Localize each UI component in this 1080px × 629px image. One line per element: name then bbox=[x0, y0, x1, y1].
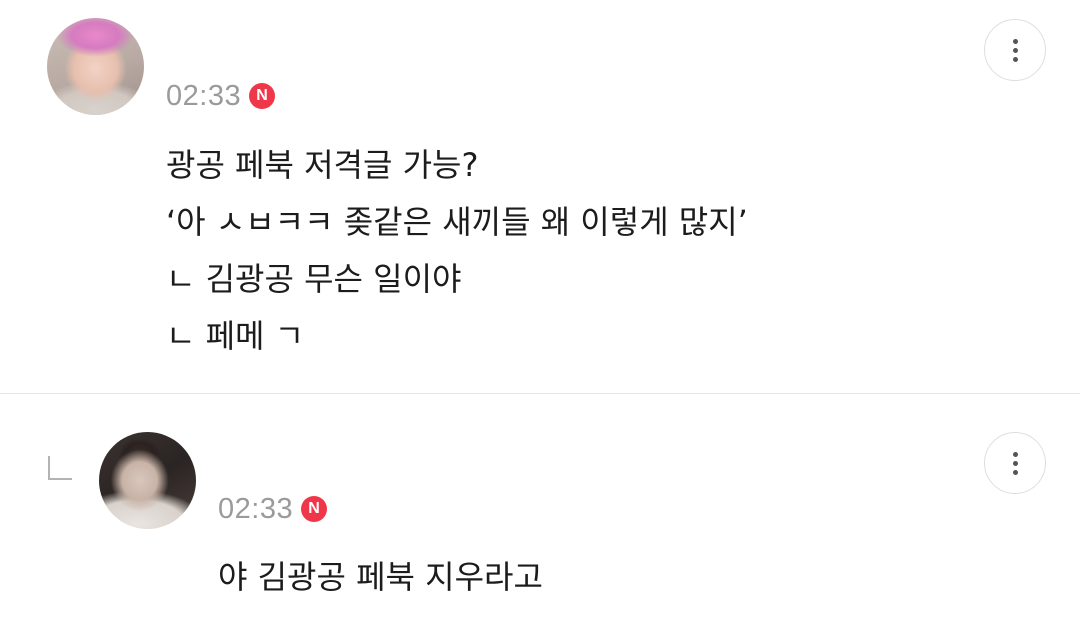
more-options-button[interactable] bbox=[984, 432, 1046, 494]
comment-line: 야 김광공 페북 지우라고 bbox=[218, 558, 543, 596]
comment-timestamp: 02:33 bbox=[218, 492, 294, 525]
comment-body: 야 김광공 페북 지우라고 bbox=[218, 554, 543, 611]
reply-arrow-icon bbox=[48, 456, 72, 480]
more-vertical-icon-dot bbox=[1012, 460, 1018, 466]
comment-meta: 02:33 N bbox=[166, 78, 276, 114]
more-vertical-icon-dot bbox=[1012, 56, 1018, 62]
comment-thread: 02:33 N 광공 페북 저격글 가능? ‘아 ㅅㅂㅋㅋ 좆같은 새끼들 왜 … bbox=[0, 0, 1080, 629]
more-vertical-icon bbox=[1012, 451, 1018, 457]
more-vertical-icon-dot bbox=[1012, 47, 1018, 53]
comment-line: ‘아 ㅅㅂㅋㅋ 좆같은 새끼들 왜 이렇게 많지’ bbox=[166, 203, 748, 241]
more-vertical-icon-dot bbox=[1012, 469, 1018, 475]
comment: 02:33 N 광공 페북 저격글 가능? ‘아 ㅅㅂㅋㅋ 좆같은 새끼들 왜 … bbox=[0, 0, 1080, 393]
more-options-button[interactable] bbox=[984, 19, 1046, 81]
user-avatar[interactable] bbox=[47, 18, 144, 115]
new-badge: N bbox=[249, 83, 276, 109]
comment-meta: 02:33 N bbox=[218, 491, 328, 527]
user-avatar[interactable] bbox=[99, 432, 196, 529]
comment-line: 광공 페북 저격글 가능? bbox=[166, 146, 479, 184]
new-badge: N bbox=[301, 496, 328, 522]
more-vertical-icon bbox=[1012, 38, 1018, 44]
comment-line: ㄴ 김광공 무슨 일이야 bbox=[166, 260, 462, 298]
comment-timestamp: 02:33 bbox=[166, 79, 242, 112]
comment-body: 광공 페북 저격글 가능? ‘아 ㅅㅂㅋㅋ 좆같은 새끼들 왜 이렇게 많지’ … bbox=[166, 142, 748, 370]
comment-line: ㄴ 페메 ㄱ bbox=[166, 317, 305, 355]
